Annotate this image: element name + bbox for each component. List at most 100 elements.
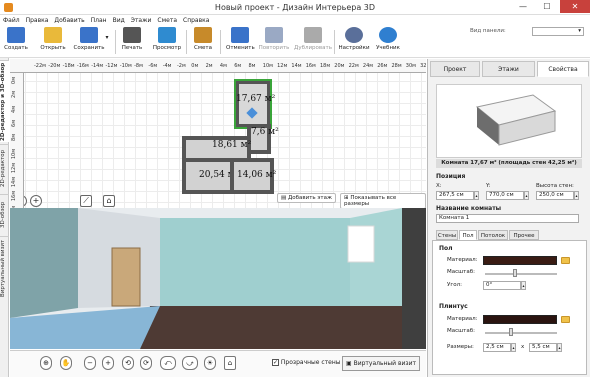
floor-angle-input[interactable]: 0° — [483, 281, 521, 290]
menu-help[interactable]: Справка — [180, 15, 212, 26]
create-button[interactable]: Создать — [4, 27, 28, 51]
3d-scene — [10, 208, 426, 349]
menu-estimate[interactable]: Смета — [154, 15, 180, 26]
subtab-walls[interactable]: Стены — [436, 230, 458, 240]
tab-3d-view[interactable]: 3D-обзор — [0, 194, 9, 234]
duplicate-button[interactable]: Дублировать — [294, 27, 332, 51]
menu-view[interactable]: Вид — [110, 15, 128, 26]
ruler-x-label: 22м — [348, 63, 359, 69]
settings-button[interactable]: Настройки — [338, 27, 370, 51]
show-all-sizes-button[interactable]: ⊞ Показывать все размеры — [340, 193, 426, 208]
wall-height-input[interactable]: 250,0 см — [536, 191, 574, 200]
home-button[interactable]: ⌂ — [103, 195, 115, 207]
tab-properties[interactable]: Свойства — [537, 61, 589, 77]
title-bar: Новый проект - Дизайн Интерьера 3D — ☐ ✕ — [0, 0, 590, 15]
x-input[interactable]: 267,5 см — [436, 191, 474, 200]
save-button[interactable]: Сохранить — [72, 27, 106, 51]
window — [347, 225, 375, 263]
tilt-up-icon[interactable]: ⤺ — [160, 356, 176, 370]
virtual-visit-button[interactable]: ▣ Виртуальный визит — [342, 356, 420, 371]
ruler-x-label: 4м — [219, 63, 227, 69]
menu-add[interactable]: Добавить — [51, 15, 87, 26]
menu-plan[interactable]: План — [88, 15, 110, 26]
ruler-tool-button[interactable]: ⟋ — [80, 195, 92, 207]
menu-edit[interactable]: Правка — [23, 15, 52, 26]
minimize-button[interactable]: — — [512, 0, 534, 13]
tab-floors[interactable]: Этажи — [482, 61, 535, 77]
plinth-height-spinner[interactable]: ▴ — [557, 343, 562, 352]
checkbox-icon[interactable]: ✓ — [272, 359, 279, 366]
create-label: Создать — [4, 45, 28, 51]
open-folder-icon — [44, 27, 62, 43]
save-label: Сохранить — [73, 45, 105, 51]
redo-button[interactable]: Повторить — [258, 27, 290, 51]
folder-icon[interactable] — [561, 316, 570, 323]
plinth-height-input[interactable]: 5,5 см — [529, 343, 557, 352]
y-label: Y: — [486, 183, 491, 189]
tutorial-button[interactable]: Учебник — [374, 27, 402, 51]
plinth-width-spinner[interactable]: ▴ — [511, 343, 516, 352]
menu-file[interactable]: Файл — [0, 15, 23, 26]
ruler-y-label: 2м — [11, 91, 17, 99]
print-button[interactable]: Печать — [120, 27, 144, 51]
tab-virtual-visit[interactable]: Виртуальный визит — [0, 236, 9, 300]
transparent-walls-toggle[interactable]: ✓ Прозрачные стены — [272, 359, 341, 366]
ruler-y-label: 6м — [11, 119, 17, 127]
undo-button[interactable]: Отменить — [226, 27, 255, 51]
close-button[interactable]: ✕ — [560, 0, 590, 13]
floor — [140, 306, 426, 349]
tab-project[interactable]: Проект — [430, 61, 480, 77]
room-name-input[interactable]: Комната 1 — [436, 214, 579, 223]
room-caption: Комната 17,67 м² (площадь стен 42,25 м²) — [436, 159, 582, 168]
back-wall — [160, 218, 350, 306]
subtab-ceiling[interactable]: Потолок — [478, 230, 508, 240]
open-button[interactable]: Открыть — [40, 27, 66, 51]
print-icon — [123, 27, 141, 43]
panel-view-label: Вид панели: — [470, 28, 506, 34]
room-label: 18,61 м² — [212, 140, 252, 150]
panel-view-select[interactable]: ▾ — [532, 27, 584, 36]
folder-icon[interactable] — [561, 257, 570, 264]
tab-2d-editor[interactable]: 2D-редактор — [0, 144, 9, 192]
toolbar-separator — [186, 30, 187, 54]
floor-scale-slider[interactable] — [485, 273, 557, 275]
zoom-out-3d-icon[interactable]: − — [84, 356, 96, 370]
plinth-scale-slider[interactable] — [485, 332, 557, 334]
y-spinner[interactable]: ▴ — [524, 191, 529, 200]
floor-scale-thumb[interactable] — [513, 269, 517, 277]
tilt-down-icon[interactable]: ⤻ — [182, 356, 198, 370]
plinth-material-swatch[interactable] — [483, 315, 557, 324]
ruler-x-label: 12м — [277, 63, 288, 69]
height-spinner[interactable]: ▴ — [574, 191, 579, 200]
3d-view[interactable] — [10, 208, 426, 349]
x-spinner[interactable]: ▴ — [474, 191, 479, 200]
pan-hand-icon[interactable]: ✋ — [60, 356, 72, 370]
y-input[interactable]: 770,0 см — [486, 191, 524, 200]
preview-button[interactable]: Просмотр — [152, 27, 182, 51]
maximize-button[interactable]: ☐ — [536, 0, 558, 13]
zoom-in-button[interactable]: + — [30, 195, 42, 207]
room-name-title: Название комнаты — [436, 205, 502, 212]
plinth-width-input[interactable]: 2,5 см — [483, 343, 511, 352]
subtab-other[interactable]: Прочее — [509, 230, 539, 240]
angle-spinner[interactable]: ▴ — [521, 281, 526, 290]
save-dropdown-arrow[interactable]: ▾ — [104, 34, 110, 41]
rotate-left-icon[interactable]: ⟲ — [122, 356, 134, 370]
menu-floors[interactable]: Этажи — [128, 15, 155, 26]
add-floor-button[interactable]: ▤ Добавить этаж — [277, 193, 336, 203]
lighting-icon[interactable]: ☀ — [204, 356, 216, 370]
ruler-y-label: 16м — [11, 191, 17, 202]
new-document-icon — [7, 27, 25, 43]
rotate-right-icon[interactable]: ⟳ — [140, 356, 152, 370]
ruler-x-label: -4м — [162, 63, 172, 69]
subtab-floor[interactable]: Пол — [459, 230, 477, 240]
plinth-scale-thumb[interactable] — [509, 328, 513, 336]
plan-canvas[interactable]: 17,67 м² 7,6 м² 18,61 м² 20,54 м² 14,06 … — [10, 59, 426, 208]
home-3d-icon[interactable]: ⌂ — [224, 356, 236, 370]
estimate-button[interactable]: Смета — [193, 27, 213, 51]
zoom-in-3d-icon[interactable]: + — [102, 356, 114, 370]
floor-material-swatch[interactable] — [483, 256, 557, 265]
print-label: Печать — [121, 45, 143, 51]
orbit-icon[interactable]: ⊕ — [40, 356, 52, 370]
tab-2d-and-3d[interactable]: 2D-редактор и 3D-обзор — [0, 60, 9, 142]
